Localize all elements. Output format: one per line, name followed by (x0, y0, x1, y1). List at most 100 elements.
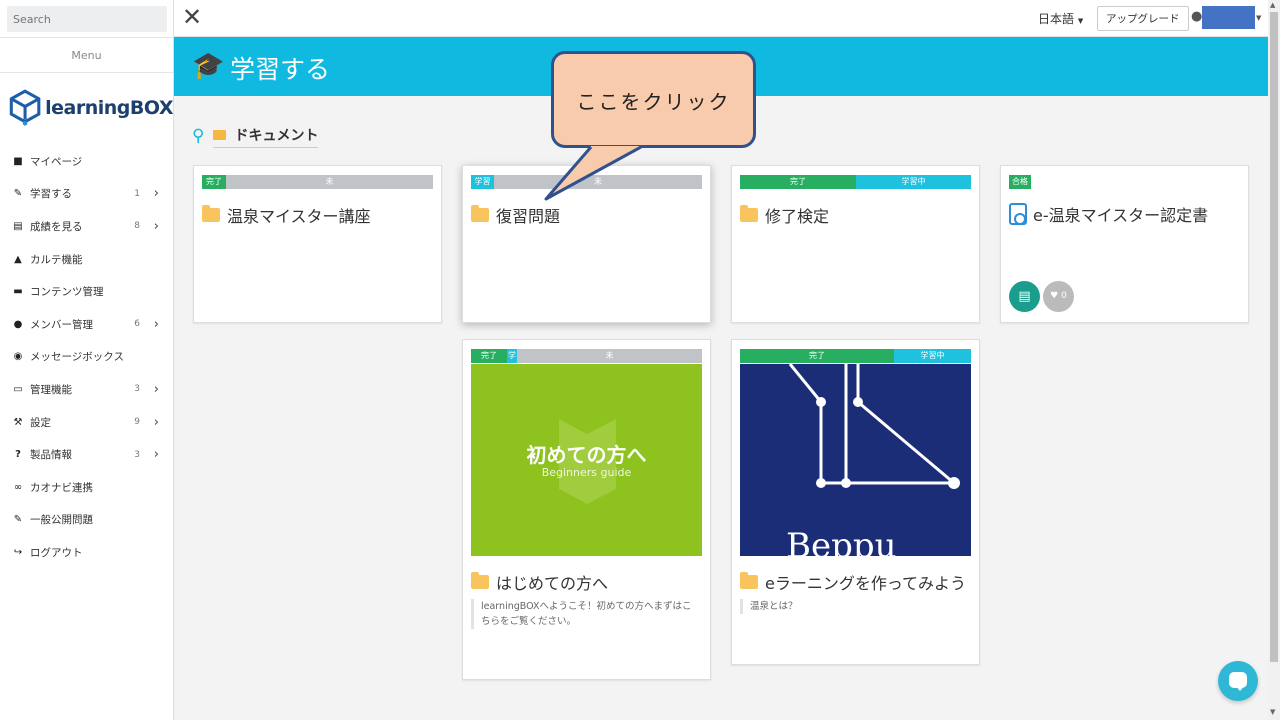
sidebar-item-learn[interactable]: ✎ 学習する 1 › (0, 178, 173, 211)
chat-bubble-icon (1229, 672, 1247, 691)
sidebar-item-kaonavi[interactable]: ∞ カオナビ連携 (0, 471, 173, 504)
sidebar-item-count: 8 (134, 221, 140, 232)
status-done: 完了 (740, 349, 894, 363)
sidebar-item-label: コンテンツ管理 (30, 286, 104, 299)
scroll-up-icon[interactable]: ▲ (1270, 1, 1275, 9)
card-title: eラーニングを作ってみよう (765, 574, 967, 593)
link-icon: ∞ (13, 481, 23, 493)
sidebar-item-messages[interactable]: ◉ メッセージボックス (0, 341, 173, 374)
status-learning: 学 (507, 349, 517, 363)
chat-button[interactable] (1218, 661, 1258, 701)
card-thumbnail: 初めての方へ Beginners guide (471, 364, 702, 556)
sidebar-item-label: マイページ (30, 155, 83, 168)
language-select[interactable]: 日本語 ▼ (1038, 10, 1083, 27)
caret-down-icon: ▼ (1077, 17, 1084, 25)
sidebar-item-count: 6 (134, 319, 140, 330)
sidebar-item-mypage[interactable]: ■ マイページ (0, 145, 173, 178)
search-icon[interactable]: ⚲ (192, 126, 204, 146)
course-card-elearning[interactable]: 完了 学習中 Beppu eラーニングを作ってみよう 温泉とは？ (731, 339, 980, 665)
course-card-onsen-meister[interactable]: 完了 未 温泉マイスター講座 (193, 165, 442, 323)
sidebar-item-count: 9 (134, 417, 140, 428)
sidebar-item-logout[interactable]: ↪ ログアウト (0, 536, 173, 569)
scrollbar[interactable]: ▲ ▼ (1268, 0, 1280, 720)
status-done: 完了 (471, 349, 507, 363)
logo[interactable]: learningBOX (0, 73, 173, 143)
sidebar-item-grades[interactable]: ▤ 成績を見る 8 › (0, 210, 173, 243)
sidebar-item-label: カオナビ連携 (30, 481, 93, 494)
card-title-row: e-温泉マイスター認定書 (1009, 202, 1208, 226)
thumbnail-title: 初めての方へ (526, 443, 647, 467)
card-title-row: はじめての方へ (471, 570, 608, 594)
analytics-icon: ▲ (14, 253, 22, 265)
folder-icon (740, 205, 758, 222)
language-label: 日本語 (1038, 12, 1075, 26)
pass-badge: 合格 (1009, 175, 1031, 189)
breadcrumb-label: ドキュメント (234, 127, 319, 144)
user-name-redacted[interactable] (1202, 6, 1255, 29)
wrench-icon: ⚒ (13, 416, 23, 428)
progress-bar: 学習 未 (471, 175, 702, 189)
status-not-started: 未 (226, 175, 433, 189)
users-icon: ● (13, 318, 23, 330)
sidebar-item-admin[interactable]: ▭ 管理機能 3 › (0, 373, 173, 406)
user-icon[interactable]: ● (1191, 9, 1202, 24)
certificate-icon (1009, 203, 1027, 225)
like-button[interactable]: ♥ 0 (1043, 281, 1074, 312)
card-description: 温泉とは？ (740, 599, 969, 614)
chevron-right-icon: › (153, 381, 159, 397)
chevron-right-icon: › (153, 447, 159, 463)
scrollbar-thumb[interactable] (1270, 12, 1278, 662)
callout-annotation: ここをクリック (551, 51, 756, 148)
sidebar-item-contents[interactable]: ▬ コンテンツ管理 (0, 275, 173, 308)
page-title: 学習する (230, 55, 331, 84)
messages-icon: ◉ (13, 351, 23, 363)
card-title: 温泉マイスター講座 (227, 207, 371, 226)
card-title: 修了検定 (765, 207, 830, 226)
scroll-down-icon[interactable]: ▼ (1270, 708, 1275, 716)
sidebar-item-count: 3 (134, 384, 140, 395)
search-input[interactable] (7, 6, 167, 32)
sidebar-item-members[interactable]: ● メンバー管理 6 › (0, 308, 173, 341)
sidebar-item-karte[interactable]: ▲ カルテ機能 (0, 243, 173, 276)
sidebar-item-public-questions[interactable]: ✎ 一般公開問題 (0, 504, 173, 537)
sidebar-item-label: ログアウト (30, 546, 83, 559)
course-card-beginners[interactable]: 完了 学 未 初めての方へ Beginners guide はじめての方へ le… (462, 339, 711, 680)
progress-bar: 完了 学習中 (740, 349, 971, 363)
stats-button[interactable]: ▤ (1009, 281, 1040, 312)
sidebar-item-product-info[interactable]: ? 製品情報 3 › (0, 438, 173, 471)
status-learning: 学習中 (856, 175, 971, 189)
sidebar-item-settings[interactable]: ⚒ 設定 9 › (0, 406, 173, 439)
folder-icon (740, 572, 758, 589)
sidebar-item-label: 製品情報 (30, 449, 72, 462)
folder-icon (471, 572, 489, 589)
logo-text: learningBOX (45, 97, 173, 119)
card-title: はじめての方へ (496, 574, 609, 593)
sidebar: Menu learningBOX ■ マイページ ✎ 学習する 1 › ▤ 成績を見る 8 ›… (0, 0, 174, 720)
progress-bar: 完了 学習中 (740, 175, 971, 189)
logout-icon: ↪ (13, 546, 23, 558)
graduation-cap-icon: 🎓 (192, 51, 225, 81)
sidebar-item-label: 学習する (30, 188, 72, 201)
breadcrumb: ⚲ ドキュメント (192, 124, 319, 148)
caret-down-icon[interactable]: ▼ (1256, 14, 1261, 22)
breadcrumb-item[interactable]: ドキュメント (213, 125, 319, 148)
card-title-row: 復習問題 (471, 203, 560, 227)
pencil-icon: ✎ (13, 514, 23, 526)
sidebar-nav: ■ マイページ ✎ 学習する 1 › ▤ 成績を見る 8 › ▲ カルテ機能 ▬ コンテンツ管理 … (0, 145, 173, 569)
course-card-certificate[interactable]: 合格 e-温泉マイスター認定書 ▤ ♥ 0 (1000, 165, 1249, 323)
status-done: 完了 (202, 175, 226, 189)
person-icon: ■ (13, 155, 23, 167)
sidebar-item-count: 3 (134, 449, 140, 460)
status-done: 完了 (740, 175, 856, 189)
bar-chart-icon: ▤ (1018, 289, 1031, 304)
status-learning: 学習 (471, 175, 494, 189)
status-not-started: 未 (494, 175, 702, 189)
folder-icon: ▬ (13, 286, 23, 298)
chevron-right-icon: › (153, 218, 159, 234)
monitor-icon: ▭ (13, 383, 23, 395)
upgrade-button[interactable]: アップグレード (1097, 6, 1189, 31)
close-icon[interactable]: ✕ (182, 5, 202, 29)
course-card-review[interactable]: 学習 未 復習問題 (462, 165, 711, 323)
chevron-right-icon: › (153, 414, 159, 430)
course-card-completion-test[interactable]: 完了 学習中 修了検定 (731, 165, 980, 323)
